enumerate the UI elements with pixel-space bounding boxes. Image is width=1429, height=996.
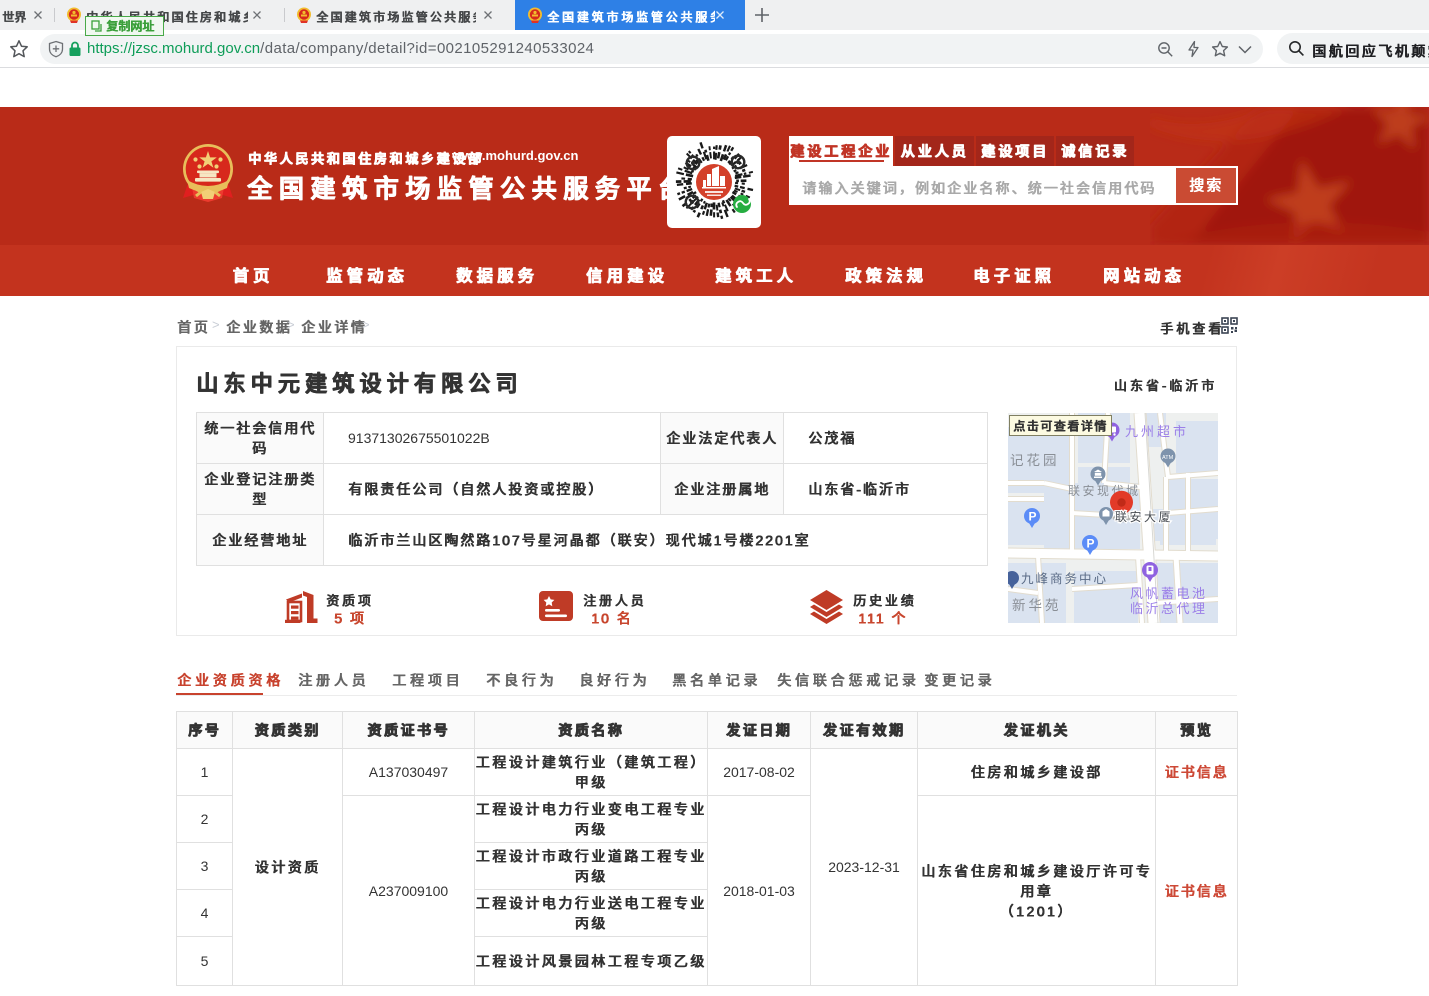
svg-text:九州超市: 九州超市: [1125, 424, 1189, 439]
svg-text:联安大厦: 联安大厦: [1115, 509, 1173, 524]
svg-text:临沂总代理: 临沂总代理: [1130, 601, 1208, 616]
svg-text:P: P: [1087, 537, 1095, 551]
svg-text:风帆蓄电池: 风帆蓄电池: [1130, 586, 1208, 601]
svg-text:P: P: [1029, 510, 1037, 524]
svg-text:ATM: ATM: [1162, 455, 1174, 461]
svg-text:新华苑: 新华苑: [1012, 598, 1062, 613]
svg-text:九峰商务中心: 九峰商务中心: [1021, 571, 1108, 586]
svg-text:记花园: 记花园: [1010, 453, 1060, 468]
